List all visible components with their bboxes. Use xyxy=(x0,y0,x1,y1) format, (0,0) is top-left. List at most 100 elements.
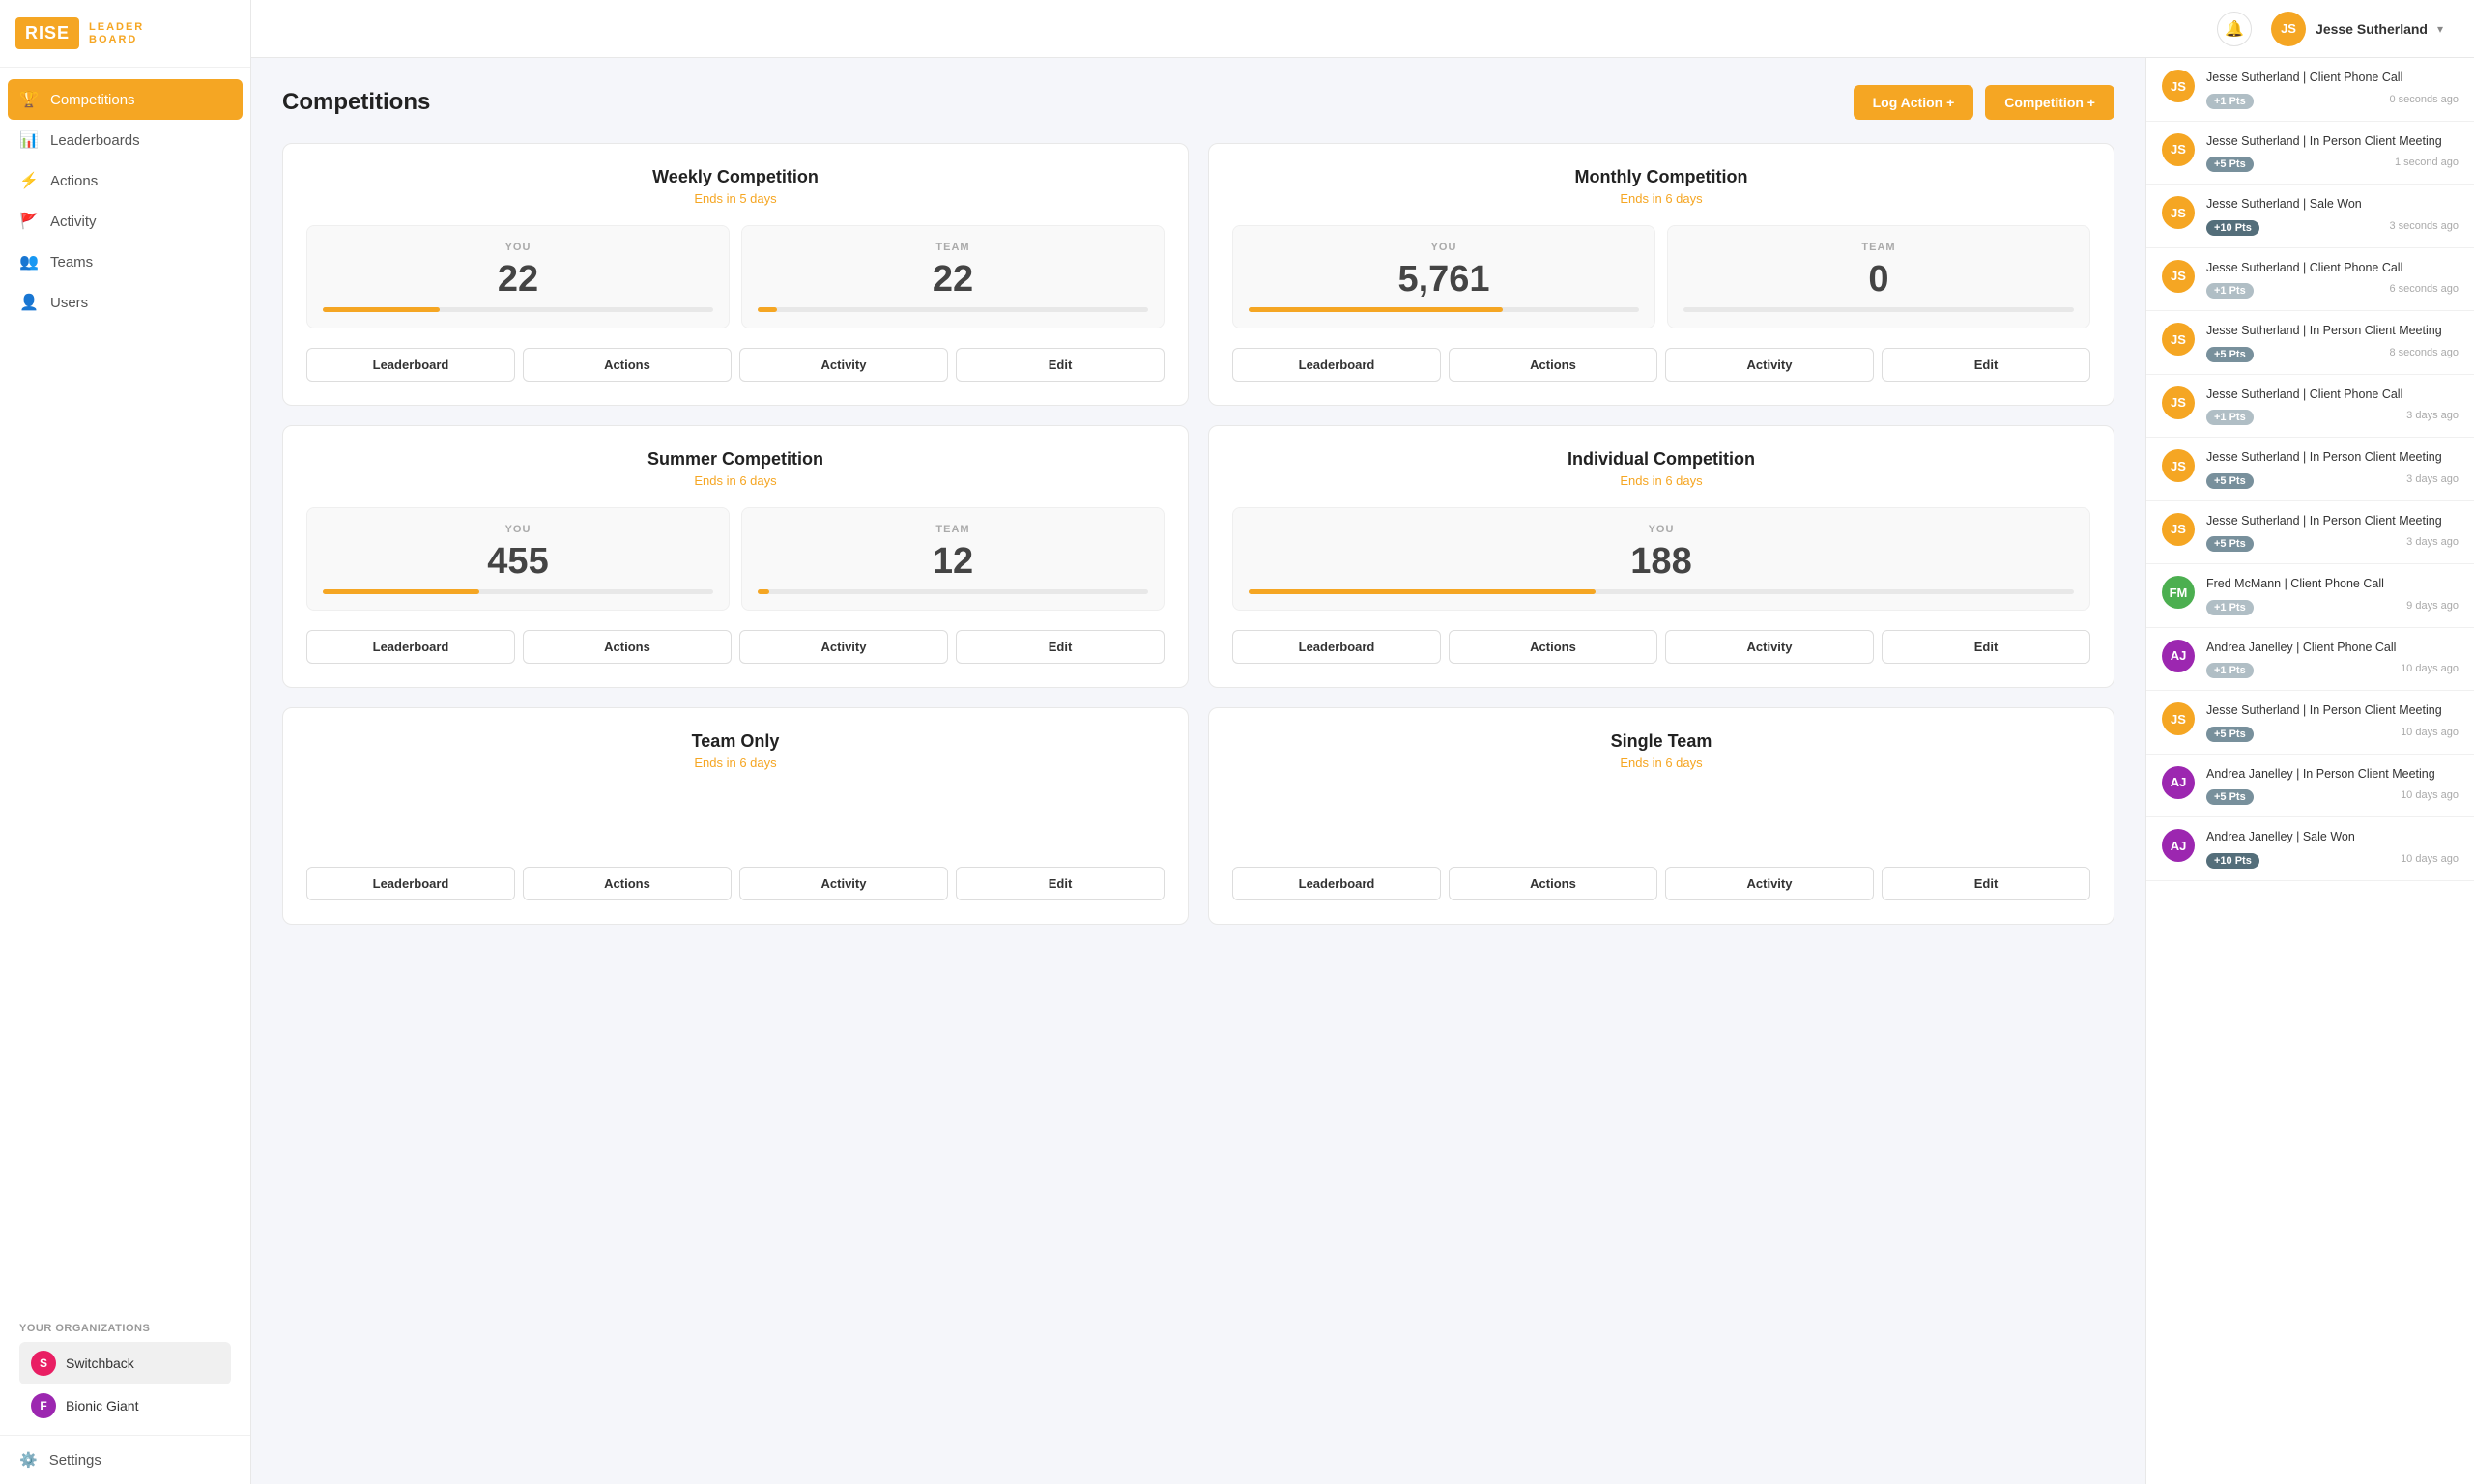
activity-avatar: JS xyxy=(2162,70,2195,102)
competitions-icon: 🏆 xyxy=(19,90,39,109)
card-actions-monthly: LeaderboardActionsActivityEdit xyxy=(1232,348,2090,382)
card-btn-activity-weekly[interactable]: Activity xyxy=(739,348,948,382)
user-name: Jesse Sutherland xyxy=(2316,21,2428,37)
comp-title-weekly: Weekly Competition xyxy=(306,167,1165,187)
card-btn-actions-weekly[interactable]: Actions xyxy=(523,348,732,382)
activity-avatar: JS xyxy=(2162,196,2195,229)
sidebar-item-activity[interactable]: 🚩 Activity xyxy=(0,201,250,242)
sidebar-item-teams[interactable]: 👥 Teams xyxy=(0,242,250,282)
you-bar-track-summer xyxy=(323,589,713,594)
activity-time: 0 seconds ago xyxy=(2389,94,2459,105)
user-area[interactable]: JS Jesse Sutherland ▾ xyxy=(2271,12,2443,46)
competition-card-team-only: Team Only Ends in 6 days LeaderboardActi… xyxy=(282,707,1189,925)
sidebar-item-label-leaderboards: Leaderboards xyxy=(50,132,140,149)
team-value-weekly: 22 xyxy=(758,261,1148,298)
comp-subtitle-team-only: Ends in 6 days xyxy=(306,756,1165,770)
card-btn-edit-team-only[interactable]: Edit xyxy=(956,867,1165,900)
activity-pts-badge: +5 Pts xyxy=(2206,789,2254,805)
card-btn-edit-weekly[interactable]: Edit xyxy=(956,348,1165,382)
you-bar-track-individual xyxy=(1249,589,2074,594)
card-btn-actions-individual[interactable]: Actions xyxy=(1449,630,1657,664)
card-btn-leaderboard-individual[interactable]: Leaderboard xyxy=(1232,630,1441,664)
org-item-switchback[interactable]: S Switchback xyxy=(19,1342,231,1384)
card-btn-actions-team-only[interactable]: Actions xyxy=(523,867,732,900)
activity-info: Andrea Janelley | Client Phone Call +1 P… xyxy=(2206,640,2459,679)
org-item-bionic-giant[interactable]: F Bionic Giant xyxy=(19,1384,231,1427)
org-label-bionic-giant: Bionic Giant xyxy=(66,1398,138,1413)
logo-area: RISE LEADER BOARD xyxy=(0,0,250,68)
settings-icon: ⚙️ xyxy=(19,1451,38,1469)
card-btn-activity-single-team[interactable]: Activity xyxy=(1665,867,1874,900)
settings-nav-item[interactable]: ⚙️ Settings xyxy=(0,1435,250,1484)
competitions-grid: Weekly Competition Ends in 5 days YOU 22… xyxy=(282,143,2114,925)
leaderboards-icon: 📊 xyxy=(19,130,39,150)
card-btn-activity-team-only[interactable]: Activity xyxy=(739,867,948,900)
activity-badge-row: +5 Pts 10 days ago xyxy=(2206,785,2459,805)
stats-row-weekly: YOU 22 TEAM 22 xyxy=(306,225,1165,328)
activity-item: JS Jesse Sutherland | In Person Client M… xyxy=(2146,501,2474,565)
content-area: Competitions Log Action + Competition + … xyxy=(251,58,2474,1484)
activity-text: Jesse Sutherland | In Person Client Meet… xyxy=(2206,449,2459,467)
card-btn-edit-individual[interactable]: Edit xyxy=(1882,630,2090,664)
add-competition-button[interactable]: Competition + xyxy=(1985,85,2114,120)
settings-label: Settings xyxy=(49,1452,101,1469)
activity-text: Jesse Sutherland | Client Phone Call xyxy=(2206,260,2459,277)
card-btn-leaderboard-monthly[interactable]: Leaderboard xyxy=(1232,348,1441,382)
team-bar-fill-weekly xyxy=(758,307,777,312)
activity-badge-row: +10 Pts 3 seconds ago xyxy=(2206,216,2459,236)
card-btn-actions-single-team[interactable]: Actions xyxy=(1449,867,1657,900)
activity-badge-row: +5 Pts 10 days ago xyxy=(2206,723,2459,742)
card-actions-weekly: LeaderboardActionsActivityEdit xyxy=(306,348,1165,382)
activity-info: Jesse Sutherland | In Person Client Meet… xyxy=(2206,702,2459,742)
card-btn-activity-individual[interactable]: Activity xyxy=(1665,630,1874,664)
card-btn-leaderboard-single-team[interactable]: Leaderboard xyxy=(1232,867,1441,900)
activity-text: Jesse Sutherland | In Person Client Meet… xyxy=(2206,133,2459,151)
sidebar-item-competitions[interactable]: 🏆 Competitions xyxy=(8,79,243,120)
top-bar: 🔔 JS Jesse Sutherland ▾ xyxy=(251,0,2474,58)
competition-card-single-team: Single Team Ends in 6 days LeaderboardAc… xyxy=(1208,707,2114,925)
org-label-switchback: Switchback xyxy=(66,1356,134,1371)
sidebar-item-label-competitions: Competitions xyxy=(50,92,135,108)
card-btn-leaderboard-weekly[interactable]: Leaderboard xyxy=(306,348,515,382)
activity-time: 8 seconds ago xyxy=(2389,347,2459,358)
card-btn-edit-single-team[interactable]: Edit xyxy=(1882,867,2090,900)
activity-time: 6 seconds ago xyxy=(2389,283,2459,295)
activity-pts-badge: +5 Pts xyxy=(2206,157,2254,172)
user-avatar: JS xyxy=(2271,12,2306,46)
logo-line2: BOARD xyxy=(89,34,144,45)
activity-panel: JS Jesse Sutherland | Client Phone Call … xyxy=(2145,58,2474,1484)
activity-time: 1 second ago xyxy=(2395,157,2459,168)
page-header: Competitions Log Action + Competition + xyxy=(282,85,2114,120)
card-btn-edit-monthly[interactable]: Edit xyxy=(1882,348,2090,382)
activity-info: Jesse Sutherland | Client Phone Call +1 … xyxy=(2206,260,2459,300)
activity-avatar: FM xyxy=(2162,576,2195,609)
activity-time: 3 days ago xyxy=(2406,473,2459,485)
sidebar-item-label-actions: Actions xyxy=(50,173,98,189)
activity-avatar: JS xyxy=(2162,386,2195,419)
activity-info: Jesse Sutherland | In Person Client Meet… xyxy=(2206,133,2459,173)
you-label-monthly: YOU xyxy=(1249,242,1639,253)
card-btn-leaderboard-summer[interactable]: Leaderboard xyxy=(306,630,515,664)
notification-button[interactable]: 🔔 xyxy=(2217,12,2252,46)
sidebar-item-actions[interactable]: ⚡ Actions xyxy=(0,160,250,201)
activity-text: Andrea Janelley | Sale Won xyxy=(2206,829,2459,846)
competition-card-summer: Summer Competition Ends in 6 days YOU 45… xyxy=(282,425,1189,688)
team-label-weekly: TEAM xyxy=(758,242,1148,253)
activity-item: JS Jesse Sutherland | Sale Won +10 Pts 3… xyxy=(2146,185,2474,248)
sidebar-item-leaderboards[interactable]: 📊 Leaderboards xyxy=(0,120,250,160)
card-btn-actions-summer[interactable]: Actions xyxy=(523,630,732,664)
card-btn-actions-monthly[interactable]: Actions xyxy=(1449,348,1657,382)
team-label-summer: TEAM xyxy=(758,524,1148,535)
activity-badge-row: +1 Pts 6 seconds ago xyxy=(2206,279,2459,299)
card-btn-leaderboard-team-only[interactable]: Leaderboard xyxy=(306,867,515,900)
card-btn-edit-summer[interactable]: Edit xyxy=(956,630,1165,664)
activity-text: Andrea Janelley | In Person Client Meeti… xyxy=(2206,766,2459,784)
activity-pts-badge: +5 Pts xyxy=(2206,473,2254,489)
sidebar-item-users[interactable]: 👤 Users xyxy=(0,282,250,323)
activity-item: JS Jesse Sutherland | Client Phone Call … xyxy=(2146,375,2474,439)
you-value-individual: 188 xyxy=(1249,543,2074,580)
empty-stats-single-team xyxy=(1232,789,2090,867)
log-action-button[interactable]: Log Action + xyxy=(1854,85,1974,120)
card-btn-activity-monthly[interactable]: Activity xyxy=(1665,348,1874,382)
card-btn-activity-summer[interactable]: Activity xyxy=(739,630,948,664)
